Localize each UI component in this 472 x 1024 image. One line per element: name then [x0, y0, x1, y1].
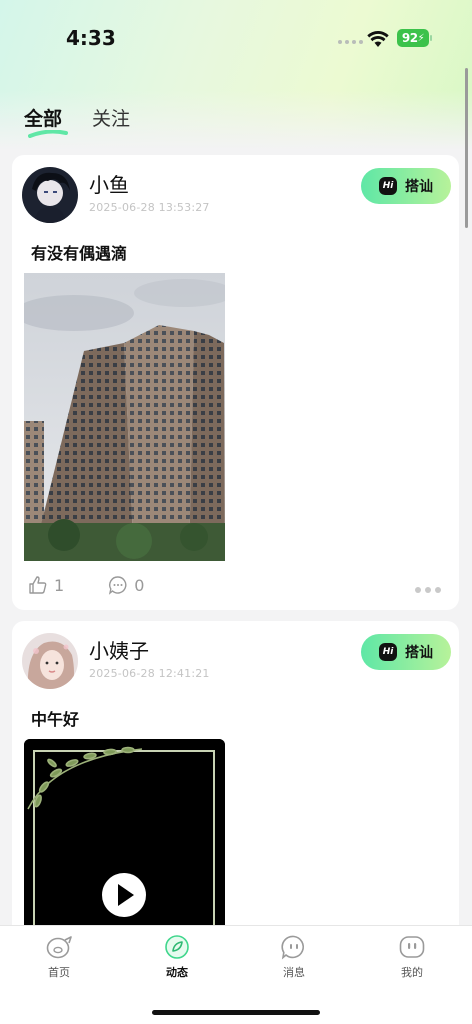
hi-icon: Hi: [379, 177, 397, 195]
tab-all[interactable]: 全部: [24, 104, 62, 131]
post-timestamp: 2025-06-28 12:41:21: [89, 667, 210, 680]
greet-label: 搭讪: [405, 645, 433, 661]
chat-face-icon: [281, 935, 304, 960]
username[interactable]: 小姨子: [89, 635, 149, 664]
post-video[interactable]: [24, 739, 225, 941]
comment-button[interactable]: 0: [108, 575, 144, 595]
signal-icon: [338, 40, 363, 44]
scrollbar[interactable]: [465, 68, 468, 228]
bottom-nav: 首页 动态 消息 我的: [0, 925, 472, 1024]
home-indicator[interactable]: [152, 1010, 320, 1015]
nav-messages[interactable]: 消息: [264, 934, 324, 980]
nav-home[interactable]: 首页: [29, 934, 89, 980]
greet-label: 搭讪: [405, 179, 433, 195]
greet-button[interactable]: Hi 搭讪: [361, 168, 451, 204]
compass-leaf-icon: [165, 935, 189, 959]
comment-icon: [109, 576, 127, 595]
like-button[interactable]: 1: [28, 575, 64, 595]
battery-level: 92: [401, 31, 418, 45]
comment-count: 0: [134, 575, 145, 595]
pig-face-icon: [46, 936, 72, 959]
like-count: 1: [54, 575, 65, 595]
post-card[interactable]: 小鱼 2025-06-28 13:53:27 Hi 搭讪 有没有偶遇滴 1 0: [12, 155, 459, 610]
post-card[interactable]: 小姨子 2025-06-28 12:41:21 Hi 搭讪 中午好: [12, 621, 459, 941]
status-bar: 4:33 92 ⚡: [0, 0, 472, 80]
battery-icon: 92 ⚡: [397, 29, 432, 47]
post-image[interactable]: [24, 273, 225, 561]
hi-icon: Hi: [379, 643, 397, 661]
post-text: 中午好: [31, 710, 80, 729]
post-actions: 1 0: [28, 575, 188, 595]
feed-tabs: 全部 关注: [24, 104, 130, 131]
profile-face-icon: [399, 936, 425, 958]
status-time: 4:33: [66, 26, 116, 50]
tab-following[interactable]: 关注: [92, 104, 130, 131]
greet-button[interactable]: Hi 搭讪: [361, 634, 451, 670]
post-text: 有没有偶遇滴: [31, 244, 128, 263]
post-timestamp: 2025-06-28 13:53:27: [89, 201, 210, 214]
nav-label: 动态: [166, 966, 188, 979]
nav-moments[interactable]: 动态: [147, 934, 207, 980]
nav-label: 我的: [401, 966, 423, 979]
wifi-icon: [367, 31, 389, 47]
more-options-icon[interactable]: [415, 587, 441, 593]
thumbs-up-icon: [29, 576, 47, 594]
avatar[interactable]: [22, 633, 78, 689]
username[interactable]: 小鱼: [89, 169, 129, 198]
nav-profile[interactable]: 我的: [382, 934, 442, 980]
avatar[interactable]: [22, 167, 78, 223]
nav-label: 首页: [48, 966, 70, 979]
nav-label: 消息: [283, 966, 305, 979]
active-tab-indicator: [28, 130, 68, 138]
